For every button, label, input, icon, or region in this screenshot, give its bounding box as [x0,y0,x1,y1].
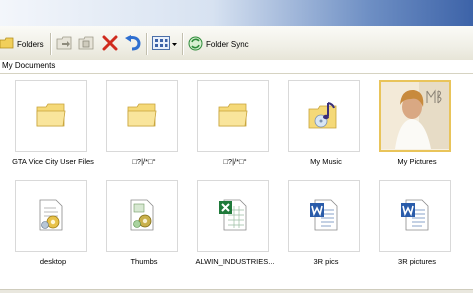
config-file-icon [36,198,66,234]
folder-icon [218,102,248,130]
folders-icon [0,37,14,51]
thumbnail [15,80,87,152]
thumbnail [288,180,360,252]
thumbs-db-icon [127,198,157,234]
thumbnail [197,180,269,252]
toolbar-separator [50,33,52,55]
window-title-bar [0,0,473,26]
status-bar-edge [0,289,473,293]
thumbnail [197,80,269,152]
folder-icon [36,102,66,130]
word-file-icon [309,198,339,234]
thumbnail [379,180,451,252]
folder-sync-icon [188,36,203,53]
address-path: My Documents [2,61,56,70]
address-bar[interactable]: My Documents [0,60,473,74]
views-dropdown-arrow-icon [172,40,177,49]
excel-file-icon [218,198,248,234]
folder-sync-label: Folder Sync [206,39,249,49]
copy-to-button[interactable] [78,34,94,54]
views-icon [152,36,170,52]
thumbnail [15,180,87,252]
file-view: GTA Vice City User Files □?|/*□° □?|/*□° [0,74,473,292]
music-folder-icon [308,100,340,132]
undo-icon [124,35,142,53]
item-label: My Pictures [397,157,437,166]
thumbnail [106,80,178,152]
toolbar-separator [182,33,184,55]
toolbar: Folders Folder Sync [0,26,473,61]
thumbnail [106,180,178,252]
folder-icon [127,102,157,130]
folders-button[interactable]: Folders [0,34,44,54]
copy-to-icon [78,36,94,52]
pictures-folder-icon [381,82,449,150]
delete-icon [102,35,118,53]
views-button[interactable] [152,34,177,54]
item-label: 3R pictures [398,257,436,266]
folders-label: Folders [17,39,44,49]
delete-button[interactable] [102,34,118,54]
word-file-icon [400,198,430,234]
move-to-icon [56,36,72,52]
folder-sync-button[interactable]: Folder Sync [188,34,249,54]
undo-button[interactable] [124,34,142,54]
thumbnail [288,80,360,152]
move-to-button[interactable] [56,34,72,54]
thumbnail [379,80,451,152]
toolbar-separator [146,33,148,55]
